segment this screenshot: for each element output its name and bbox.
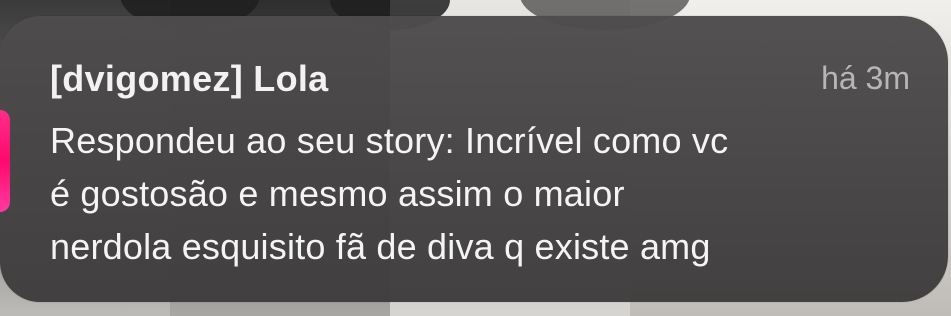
notification-banner[interactable]: [dvigomez] Lola há 3m Respondeu ao seu s… [0, 16, 948, 302]
notification-body: Respondeu ao seu story: Incrível como vc… [50, 114, 910, 273]
notification-body-line: Respondeu ao seu story: Incrível como vc [50, 120, 729, 161]
notification-sender: [dvigomez] Lola [50, 58, 329, 99]
notification-body-line: é gostosão e mesmo assim o maior [50, 173, 625, 214]
notification-body-line: nerdola esquisito fã de diva q existe am… [50, 226, 711, 267]
instagram-icon [0, 110, 10, 212]
notification-time: há 3m [821, 60, 910, 96]
